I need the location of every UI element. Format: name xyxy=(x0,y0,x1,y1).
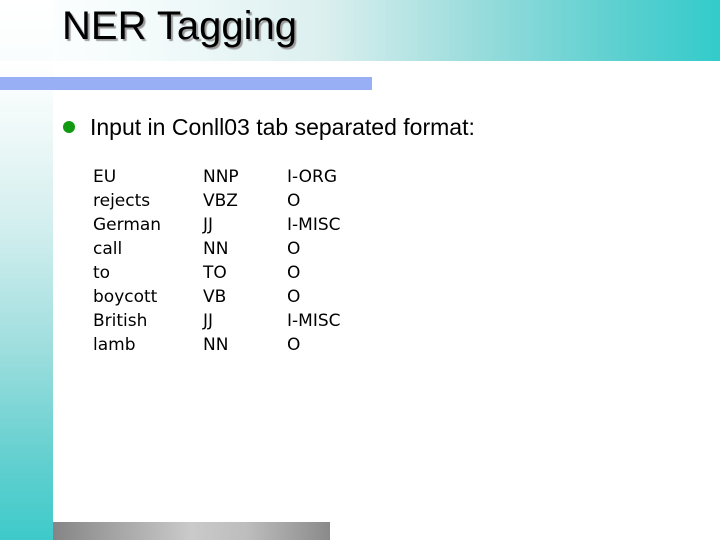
table-row: British JJ I-MISC xyxy=(93,309,387,333)
ner-cell: I-MISC xyxy=(287,215,341,235)
pos-cell: JJ xyxy=(203,311,214,331)
bottom-gradient-bar xyxy=(53,522,330,540)
table-row: EU NNP I-ORG xyxy=(93,165,387,189)
pos-cell: NN xyxy=(203,239,229,259)
table-row: German JJ I-MISC xyxy=(93,213,387,237)
ner-cell: O xyxy=(287,335,301,355)
table-row: lamb NN O xyxy=(93,333,387,357)
table-row: call NN O xyxy=(93,237,387,261)
bullet-item: Input in Conll03 tab separated format: xyxy=(63,112,475,142)
ner-cell: O xyxy=(287,191,301,211)
token-cell: boycott xyxy=(93,287,158,307)
token-cell: call xyxy=(93,239,123,259)
bullet-dot-icon xyxy=(63,121,75,133)
token-cell: British xyxy=(93,311,148,331)
pos-cell: JJ xyxy=(203,215,214,235)
table-row: to TO O xyxy=(93,261,387,285)
pos-cell: VB xyxy=(203,287,227,307)
ner-cell: O xyxy=(287,287,301,307)
ner-cell: I-ORG xyxy=(287,167,337,187)
left-sidebar-gradient xyxy=(0,61,53,540)
bullet-text: Input in Conll03 tab separated format: xyxy=(90,113,475,140)
pos-cell: VBZ xyxy=(203,191,238,211)
pos-cell: NNP xyxy=(203,167,239,187)
token-cell: lamb xyxy=(93,335,136,355)
slide-title: NER Tagging xyxy=(62,4,297,48)
title-accent-bar xyxy=(0,77,372,90)
token-cell: to xyxy=(93,263,111,283)
token-cell: EU xyxy=(93,167,117,187)
table-row: boycott VB O xyxy=(93,285,387,309)
pos-cell: TO xyxy=(203,263,227,283)
ner-cell: I-MISC xyxy=(287,311,341,331)
token-cell: German xyxy=(93,215,162,235)
ner-cell: O xyxy=(287,239,301,259)
pos-cell: NN xyxy=(203,335,229,355)
ner-cell: O xyxy=(287,263,301,283)
table-row: rejects VBZ O xyxy=(93,189,387,213)
left-sidebar-top xyxy=(0,0,53,61)
token-cell: rejects xyxy=(93,191,151,211)
conll-table: EU NNP I-ORG rejects VBZ O German JJ I-MISC call N… xyxy=(93,165,387,357)
